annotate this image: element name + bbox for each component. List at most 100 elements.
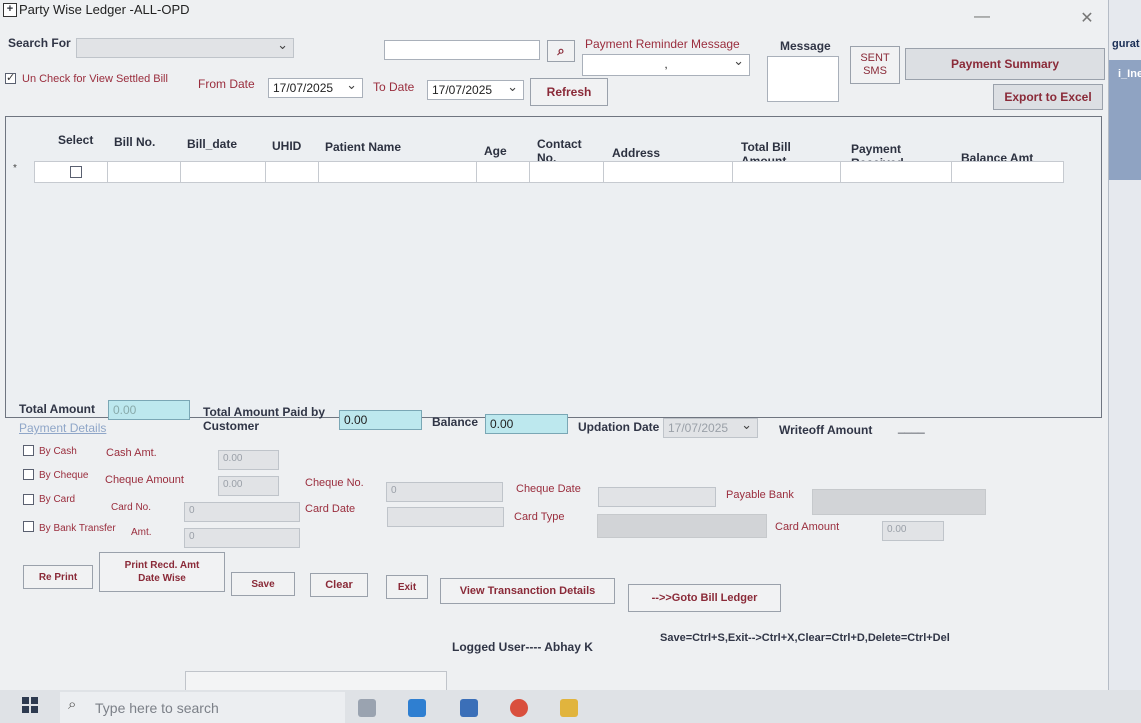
- by-cash-checkbox[interactable]: [23, 445, 34, 456]
- chrome-icon[interactable]: [510, 699, 528, 717]
- grid-cell-contact-no[interactable]: [529, 161, 604, 183]
- grid-cell-bill-date[interactable]: [180, 161, 266, 183]
- view-transaction-details-button[interactable]: View Transanction Details: [440, 578, 615, 604]
- export-to-excel-button[interactable]: Export to Excel: [993, 84, 1103, 110]
- new-row-marker: *: [13, 163, 17, 174]
- bank-transfer-amt-field[interactable]: 0: [184, 528, 300, 548]
- column-header-age[interactable]: Age: [484, 144, 507, 158]
- grid-cell-uhid[interactable]: [265, 161, 319, 183]
- settled-bill-label: Un Check for View Settled Bill: [22, 73, 168, 85]
- search-text-input[interactable]: [384, 40, 540, 60]
- store-icon[interactable]: [460, 699, 478, 717]
- goto-bill-ledger-button[interactable]: -->>Goto Bill Ledger: [628, 584, 781, 612]
- window-title: Party Wise Ledger -ALL-OPD: [19, 2, 190, 17]
- row-select-checkbox[interactable]: [70, 166, 82, 178]
- by-cheque-checkbox[interactable]: [23, 469, 34, 480]
- balance-label: Balance: [432, 415, 479, 429]
- paid-by-customer-label: Total Amount Paid by Customer: [203, 405, 325, 433]
- cheque-date-label: Cheque Date: [516, 483, 581, 495]
- to-date-label: To Date: [373, 80, 415, 94]
- from-date-picker[interactable]: 17/07/2025: [268, 77, 363, 98]
- cheque-no-field[interactable]: 0: [386, 482, 503, 502]
- search-for-dropdown[interactable]: [76, 37, 294, 58]
- edge-browser-icon[interactable]: [408, 699, 426, 717]
- search-icon: ⌕: [68, 696, 77, 713]
- payment-reminder-value: ,: [664, 57, 668, 71]
- grid-cell-address[interactable]: [603, 161, 733, 183]
- close-button[interactable]: ✕: [1075, 8, 1099, 28]
- updation-date-picker[interactable]: 17/07/2025: [663, 417, 758, 438]
- card-no-label: Card No.: [111, 502, 152, 513]
- writeoff-amount-label: Writeoff Amount: [779, 423, 873, 437]
- payable-bank-label: Payable Bank: [726, 489, 794, 501]
- cash-amt-field[interactable]: 0.00: [218, 450, 279, 470]
- card-type-label: Card Type: [514, 511, 565, 523]
- cheque-date-field[interactable]: [598, 487, 716, 507]
- taskbar-search-placeholder: Type here to search: [95, 700, 219, 716]
- updation-date-value: 17/07/2025: [668, 421, 729, 435]
- card-type-dropdown[interactable]: [597, 514, 767, 538]
- shortcuts-hint: Save=Ctrl+S,Exit-->Ctrl+X,Clear=Ctrl+D,D…: [660, 632, 950, 644]
- column-header-select[interactable]: Select: [58, 133, 93, 147]
- card-date-label: Card Date: [305, 503, 356, 515]
- payment-reminder-dropdown[interactable]: ,: [582, 53, 750, 76]
- task-view-icon[interactable]: [358, 699, 376, 717]
- payment-reminder-label: Payment Reminder Message: [585, 37, 740, 51]
- minimize-button[interactable]: —: [970, 8, 994, 26]
- title-bar: + Party Wise Ledger -ALL-OPD — ✕: [0, 0, 1108, 27]
- from-date-value: 17/07/2025: [273, 81, 334, 95]
- bank-transfer-amt-label: Amt.: [131, 527, 152, 538]
- grid-cell-bill-no[interactable]: [107, 161, 181, 183]
- column-header-patient-name[interactable]: Patient Name: [325, 140, 401, 154]
- refresh-button[interactable]: Refresh: [530, 78, 608, 106]
- background-text: i_Ine: [1118, 68, 1141, 80]
- by-bank-transfer-checkbox[interactable]: [23, 521, 34, 532]
- reprint-button[interactable]: Re Print: [23, 565, 93, 589]
- binoculars-icon[interactable]: ⌕: [547, 40, 575, 62]
- sent-sms-button[interactable]: SENT SMS: [850, 46, 900, 84]
- total-amount-field: 0.00: [108, 400, 190, 420]
- grid-cell-total-bill-amount[interactable]: [732, 161, 841, 183]
- logged-user-label: Logged User---- Abhay K: [452, 640, 593, 654]
- card-date-field[interactable]: [387, 507, 504, 527]
- to-date-picker[interactable]: 17/07/2025: [427, 79, 524, 100]
- payment-details-link[interactable]: Payment Details: [19, 421, 106, 435]
- print-recd-amt-button[interactable]: Print Recd. Amt Date Wise: [99, 552, 225, 592]
- updation-date-label: Updation Date: [578, 420, 660, 434]
- grid-cell-payment-received[interactable]: [840, 161, 952, 183]
- card-no-field[interactable]: 0: [184, 502, 300, 522]
- grid-cell-age[interactable]: [476, 161, 530, 183]
- windows-start-icon[interactable]: [22, 697, 38, 713]
- grid-cell-select[interactable]: [34, 161, 108, 183]
- file-explorer-icon[interactable]: [560, 699, 578, 717]
- exit-button[interactable]: Exit: [386, 575, 428, 599]
- by-cash-label: By Cash: [39, 446, 77, 457]
- column-header-bill-date[interactable]: Bill_date: [187, 137, 237, 151]
- column-header-uhid[interactable]: UHID: [272, 139, 301, 153]
- card-amount-field[interactable]: 0.00: [882, 521, 944, 541]
- message-textbox[interactable]: [767, 56, 839, 102]
- by-card-checkbox[interactable]: [23, 494, 34, 505]
- card-amount-label: Card Amount: [775, 521, 840, 533]
- cheque-amount-label: Cheque Amount: [105, 474, 184, 486]
- cheque-no-label: Cheque No.: [305, 477, 364, 489]
- writeoff-amount-value[interactable]: ____: [898, 420, 925, 434]
- payable-bank-field[interactable]: [812, 489, 986, 515]
- message-label: Message: [780, 39, 831, 53]
- clear-button[interactable]: Clear: [310, 573, 368, 597]
- bills-grid[interactable]: Select Bill No. Bill_date UHID Patient N…: [5, 116, 1102, 418]
- paid-by-customer-field[interactable]: 0.00: [339, 410, 422, 430]
- from-date-label: From Date: [198, 77, 255, 91]
- payment-summary-button[interactable]: Payment Summary: [905, 48, 1105, 80]
- grid-cell-balance-amt[interactable]: [951, 161, 1064, 183]
- by-bank-transfer-label: By Bank Transfer: [39, 523, 116, 534]
- save-button[interactable]: Save: [231, 572, 295, 596]
- check-mark-icon: ✓: [6, 72, 16, 84]
- cheque-amount-field[interactable]: 0.00: [218, 476, 279, 496]
- by-card-label: By Card: [39, 494, 76, 505]
- column-header-address[interactable]: Address: [612, 146, 660, 160]
- grid-cell-patient-name[interactable]: [318, 161, 477, 183]
- by-cheque-label: By Cheque: [39, 470, 89, 481]
- column-header-bill-no[interactable]: Bill No.: [114, 135, 155, 149]
- total-amount-label: Total Amount: [19, 402, 95, 416]
